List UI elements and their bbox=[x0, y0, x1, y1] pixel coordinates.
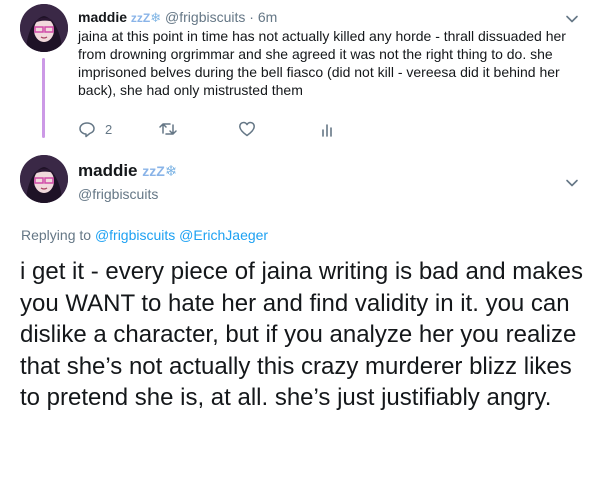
analytics-icon bbox=[320, 121, 334, 137]
display-name[interactable]: maddie bbox=[78, 9, 127, 25]
snowflake-icon: ❄ bbox=[164, 163, 178, 180]
mention-link[interactable]: @ErichJaeger bbox=[179, 227, 268, 243]
reply-icon bbox=[78, 120, 96, 138]
like-icon bbox=[238, 120, 256, 138]
replying-to-label: Replying to bbox=[21, 227, 92, 243]
display-name[interactable]: maddie zzZ❄ bbox=[78, 161, 177, 181]
tweet-actions: 2 bbox=[78, 119, 334, 139]
chevron-down-icon[interactable] bbox=[565, 176, 579, 190]
display-name-text: maddie bbox=[78, 161, 138, 180]
snowflake-icon: ❄ bbox=[150, 10, 162, 25]
chevron-down-icon[interactable] bbox=[565, 12, 579, 26]
avatar[interactable] bbox=[20, 4, 68, 52]
thread-line bbox=[42, 58, 45, 138]
mention-link[interactable]: @frigbiscuits bbox=[95, 227, 175, 243]
tweet-text: i get it - every piece of jaina writing … bbox=[20, 258, 583, 411]
replying-to: Replying to @frigbiscuits @ErichJaeger bbox=[21, 227, 268, 243]
handle[interactable]: @frigbiscuits bbox=[78, 186, 158, 202]
timestamp[interactable]: 6m bbox=[258, 9, 277, 25]
avatar[interactable] bbox=[20, 155, 68, 203]
reply-count: 2 bbox=[105, 121, 113, 137]
tweet-text: jaina at this point in time has not actu… bbox=[78, 28, 566, 98]
zzz-emoji: zzZ bbox=[130, 11, 151, 25]
retweet-button[interactable] bbox=[158, 120, 238, 138]
reply-button[interactable]: 2 bbox=[78, 120, 158, 138]
handle[interactable]: @frigbiscuits bbox=[165, 9, 245, 25]
separator: · bbox=[249, 9, 254, 25]
like-button[interactable] bbox=[238, 120, 320, 138]
zzz-emoji: zzZ bbox=[142, 163, 165, 179]
reply-header: maddie zzZ❄ @frigbiscuits · 6m bbox=[78, 8, 565, 27]
retweet-icon bbox=[158, 120, 178, 138]
analytics-button[interactable] bbox=[320, 121, 334, 137]
